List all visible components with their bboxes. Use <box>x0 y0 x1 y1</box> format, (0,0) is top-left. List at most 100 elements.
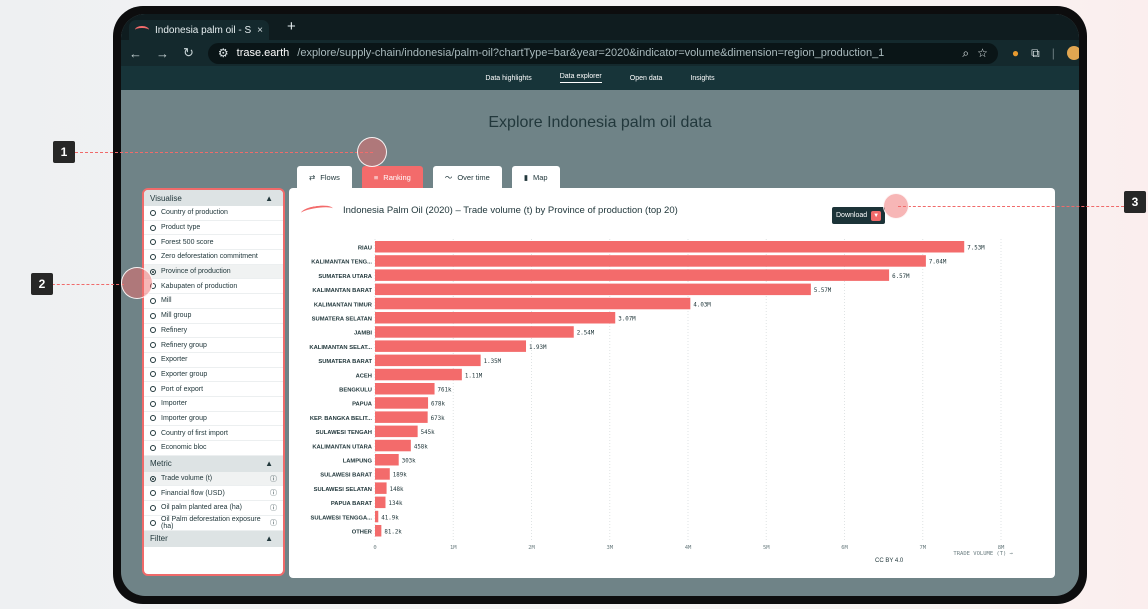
category-label: SUMATERA UTARA <box>318 274 372 280</box>
option-port-of-export[interactable]: Port of export <box>144 382 283 397</box>
site-settings-icon[interactable]: ⚙ <box>218 46 229 60</box>
browser-tab[interactable]: Indonesia palm oil - Supply c × <box>129 20 269 40</box>
option-product-type[interactable]: Product type <box>144 221 283 236</box>
option-zero-deforestation-commitment[interactable]: Zero deforestation commitment <box>144 250 283 265</box>
radio-button[interactable] <box>150 386 156 393</box>
bar <box>375 468 390 480</box>
option-province-of-production[interactable]: Province of production <box>144 264 283 280</box>
info-icon[interactable]: ⓘ <box>270 503 277 513</box>
option-importer[interactable]: Importer <box>144 397 283 412</box>
visualise-section-header[interactable]: Visualise ▲ <box>144 190 283 206</box>
nav-insights[interactable]: Insights <box>690 75 714 82</box>
radio-button[interactable] <box>150 430 156 437</box>
category-label: SULAWESI BARAT <box>320 473 372 479</box>
collapse-icon[interactable]: ▲ <box>265 534 273 543</box>
bookmark-star-icon[interactable]: ☆ <box>977 46 988 60</box>
radio-button[interactable] <box>150 312 156 319</box>
tab-over-time[interactable]: 〜 Over time <box>432 166 502 188</box>
value-label: 189k <box>393 473 407 479</box>
line-chart-icon: 〜 <box>444 172 453 182</box>
tab-map[interactable]: ▮ Map <box>511 166 560 188</box>
radio-button[interactable] <box>150 209 156 216</box>
radio-button[interactable] <box>150 475 156 482</box>
radio-button[interactable] <box>150 415 156 422</box>
radio-button[interactable] <box>150 224 156 231</box>
profile-avatar[interactable] <box>1066 46 1079 60</box>
forward-arrow-icon[interactable]: → <box>156 46 169 61</box>
info-icon[interactable]: ⓘ <box>270 474 277 484</box>
nav-data-explorer[interactable]: Data explorer <box>559 73 602 83</box>
metric-section-header[interactable]: Metric ▲ <box>144 455 283 472</box>
info-icon[interactable]: ⓘ <box>270 488 277 498</box>
option-financial-flow-usd[interactable]: Financial flow (USD) ⓘ <box>144 486 283 502</box>
extensions-puzzle-icon[interactable]: ⧉ <box>1031 46 1040 61</box>
option-country-of-first-import[interactable]: Country of first import <box>144 426 283 441</box>
option-mill-group[interactable]: Mill group <box>144 309 283 324</box>
address-bar: ← → ↻ ⚙ trase.earth/explore/supply-chain… <box>121 40 1079 66</box>
collapse-icon[interactable]: ▲ <box>265 194 273 203</box>
callout-3-marker <box>883 193 909 219</box>
x-tick-label: 6M <box>841 545 848 551</box>
color-extension-icon[interactable]: ● <box>1012 46 1019 60</box>
url-path: /explore/supply-chain/indonesia/palm-oil… <box>297 47 885 59</box>
option-oil-palm-planted-area-ha[interactable]: Oil palm planted area (ha) ⓘ <box>144 501 283 516</box>
option-label: Mill <box>161 297 172 305</box>
option-oil-palm-deforestation-exposure-ha[interactable]: Oil Palm deforestation exposure (ha) ⓘ <box>144 516 283 531</box>
radio-button[interactable] <box>150 519 156 526</box>
category-label: RIAU <box>358 246 372 252</box>
option-label: Province of production <box>161 268 231 276</box>
callout-3-badge: 3 <box>1124 191 1146 213</box>
back-arrow-icon[interactable]: ← <box>129 46 142 61</box>
option-trade-volume-t[interactable]: Trade volume (t) ⓘ <box>144 471 283 487</box>
tab-over-time-label: Over time <box>457 172 490 182</box>
option-refinery[interactable]: Refinery <box>144 324 283 339</box>
radio-button[interactable] <box>150 239 156 246</box>
radio-button[interactable] <box>150 400 156 407</box>
tab-flows-label: Flows <box>320 172 340 182</box>
tab-flows[interactable]: ⇄ Flows <box>297 166 352 188</box>
nav-open-data[interactable]: Open data <box>630 75 663 82</box>
x-tick-label: 4M <box>685 545 692 551</box>
option-label: Zero deforestation commitment <box>161 253 258 261</box>
nav-data-highlights[interactable]: Data highlights <box>485 75 531 82</box>
value-label: 673k <box>431 416 445 422</box>
tab-ranking-label: Ranking <box>383 172 411 182</box>
bar <box>375 525 382 537</box>
radio-button[interactable] <box>150 297 156 304</box>
reload-icon[interactable]: ↻ <box>183 45 194 61</box>
value-label: 134k <box>388 501 402 507</box>
visualise-options: Country of production Product type Forest … <box>144 206 283 456</box>
filter-heading: Filter <box>150 534 168 544</box>
radio-button[interactable] <box>150 253 156 260</box>
x-tick-label: 2M <box>528 545 535 551</box>
radio-button[interactable] <box>150 268 156 275</box>
option-mill[interactable]: Mill <box>144 294 283 309</box>
value-label: 545k <box>421 430 435 436</box>
url-field[interactable]: ⚙ trase.earth/explore/supply-chain/indon… <box>207 42 998 64</box>
option-forest-500-score[interactable]: Forest 500 score <box>144 235 283 251</box>
option-exporter-group[interactable]: Exporter group <box>144 368 283 383</box>
option-kabupaten-of-production[interactable]: Kabupaten of production <box>144 279 283 295</box>
option-economic-bloc[interactable]: Economic bloc <box>144 441 283 456</box>
collapse-icon[interactable]: ▲ <box>265 459 273 468</box>
info-icon[interactable]: ⓘ <box>270 518 277 528</box>
radio-button[interactable] <box>150 356 156 363</box>
option-country-of-production[interactable]: Country of production <box>144 206 283 221</box>
visualise-heading: Visualise <box>150 193 182 203</box>
option-importer-group[interactable]: Importer group <box>144 412 283 427</box>
radio-button[interactable] <box>150 371 156 378</box>
option-refinery-group[interactable]: Refinery group <box>144 338 283 353</box>
zoom-icon[interactable]: ⌕ <box>962 46 969 61</box>
radio-button[interactable] <box>150 444 156 451</box>
radio-button[interactable] <box>150 327 156 334</box>
radio-button[interactable] <box>150 504 156 511</box>
radio-button[interactable] <box>150 342 156 349</box>
close-icon[interactable]: × <box>257 25 263 36</box>
option-exporter[interactable]: Exporter <box>144 353 283 368</box>
option-label: Oil palm planted area (ha) <box>161 504 242 512</box>
new-tab-button[interactable]: + <box>287 18 296 35</box>
filter-section-header[interactable]: Filter ▲ <box>144 530 283 547</box>
tab-ranking[interactable]: ≡ Ranking <box>361 166 423 188</box>
bar <box>375 283 811 296</box>
radio-button[interactable] <box>150 490 156 497</box>
